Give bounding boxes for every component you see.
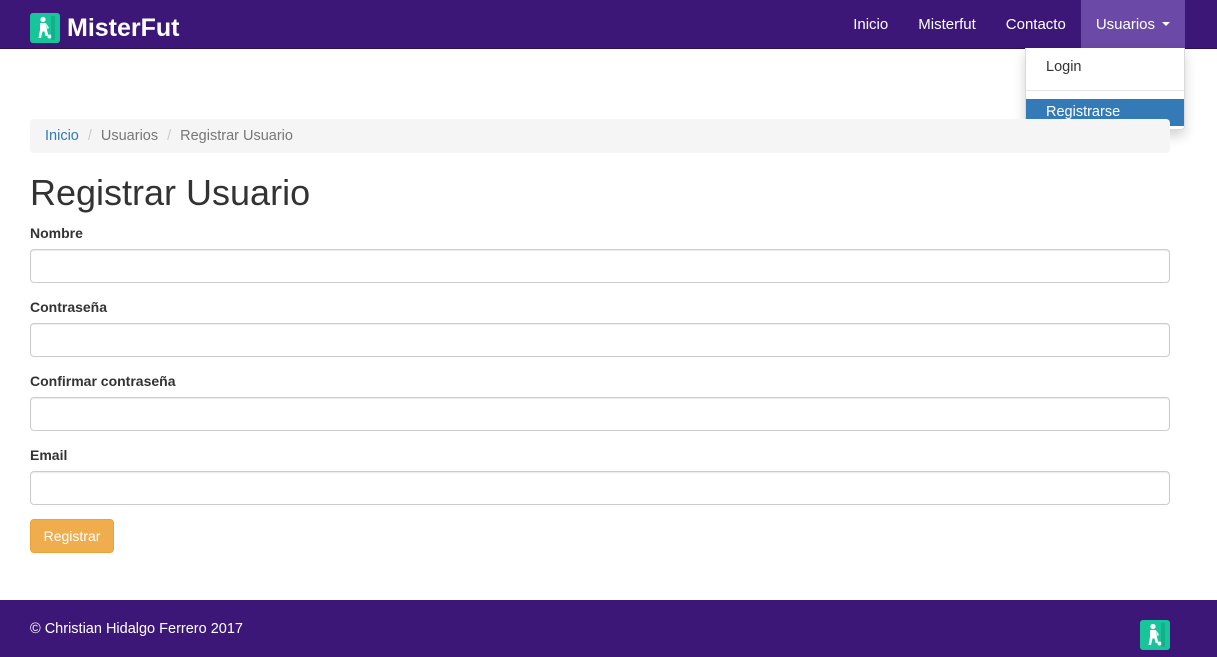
breadcrumb-item-inicio[interactable]: Inicio (45, 128, 79, 144)
nav-item-contacto[interactable]: Contacto (991, 0, 1081, 48)
caret-down-icon (1162, 22, 1170, 26)
top-navbar: MisterFut Inicio Misterfut Contacto Usua… (0, 0, 1217, 49)
email-input[interactable] (30, 471, 1170, 505)
contrasena-input[interactable] (30, 323, 1170, 357)
usuarios-dropdown-menu: Login Registrarse (1025, 48, 1185, 130)
nombre-label: Nombre (30, 225, 83, 241)
breadcrumb-item-current: Registrar Usuario (180, 128, 293, 144)
footer: © Christian Hidalgo Ferrero 2017 (0, 600, 1217, 657)
footer-copyright: © Christian Hidalgo Ferrero 2017 (30, 621, 243, 637)
breadcrumb-separator: / (167, 128, 172, 144)
confirmar-contrasena-label: Confirmar contraseña (30, 373, 176, 389)
breadcrumb: Inicio / Usuarios / Registrar Usuario (30, 119, 1170, 153)
nav-item-usuarios-label: Usuarios (1095, 15, 1155, 33)
form-group-contrasena: Contraseña (30, 297, 1170, 357)
contrasena-label: Contraseña (30, 299, 108, 315)
nav-item-misterfut[interactable]: Misterfut (903, 0, 991, 48)
form-group-email: Email (30, 445, 1170, 505)
dropdown-divider (1026, 90, 1184, 91)
main-nav: Inicio Misterfut Contacto Usuarios (838, 0, 1185, 48)
dropdown-item-login[interactable]: Login (1026, 54, 1184, 81)
nav-item-usuarios[interactable]: Usuarios (1080, 0, 1185, 48)
breadcrumb-separator: / (87, 128, 92, 144)
confirmar-contrasena-input[interactable] (30, 397, 1170, 431)
nav-item-inicio[interactable]: Inicio (838, 0, 903, 48)
brand-link[interactable]: MisterFut (30, 12, 180, 44)
registrar-button[interactable]: Registrar (30, 519, 114, 553)
page-title: Registrar Usuario (30, 172, 311, 213)
player-logo-icon (30, 13, 60, 43)
form-group-confirmar-contrasena: Confirmar contraseña (30, 371, 1170, 431)
player-logo-icon (1140, 620, 1170, 650)
breadcrumb-item-usuarios: Usuarios (100, 128, 159, 144)
brand-name: MisterFut (67, 14, 180, 42)
nombre-input[interactable] (30, 249, 1170, 283)
email-label: Email (30, 447, 68, 463)
form-group-nombre: Nombre (30, 223, 1170, 283)
